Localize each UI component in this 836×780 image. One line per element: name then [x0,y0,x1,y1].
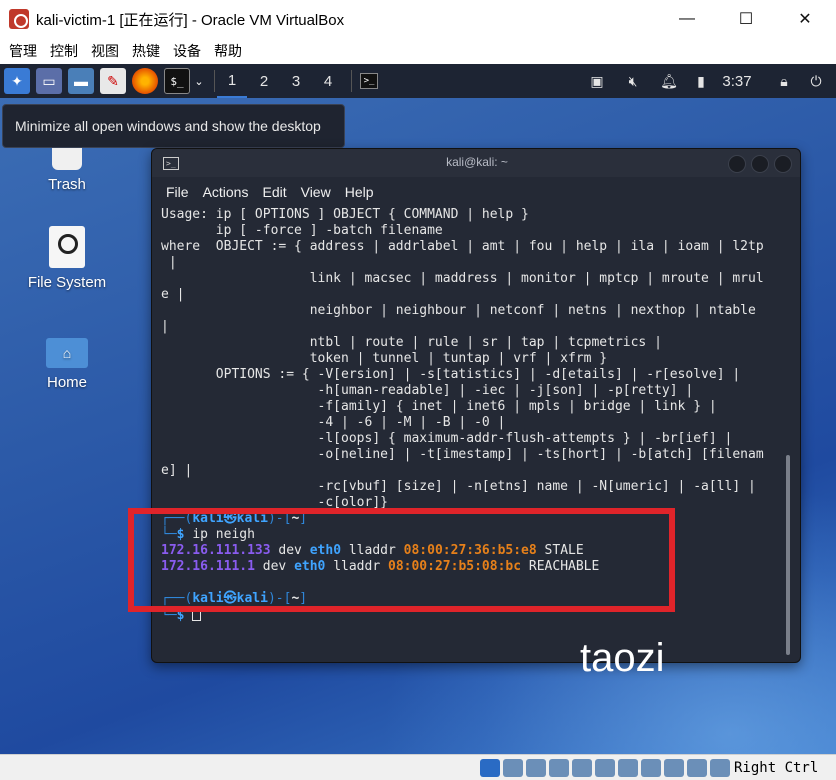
usage-line: | [161,255,177,270]
lock-icon[interactable]: 🔒︎ [772,64,796,98]
menu-hotkeys[interactable]: 热键 [132,41,160,61]
usage-line: -rc[vbuf] [size] | -n[etns] name | -N[um… [161,479,756,494]
minimize-button[interactable]: — [664,0,710,38]
hard-disk-icon[interactable] [480,758,500,777]
terminal-icon[interactable]: $_ [164,68,190,94]
usage-line: e | [161,287,185,302]
usage-line: e] | [161,463,193,478]
cpu-icon[interactable] [664,758,684,777]
watermark-text: taozi [580,636,665,680]
files-icon[interactable]: ▬ [68,68,94,94]
desktop-filesystem[interactable]: File System [12,226,122,291]
desktop-trash[interactable]: Trash [12,146,122,193]
menu-view[interactable]: 视图 [91,41,119,61]
terminal-menu-actions[interactable]: Actions [203,184,249,200]
kali-top-panel: ✦ ▭ ▬ ✎ $_ ⌄ 1 2 3 4 >_ ▣ 🔇︎ 🔔︎ ▮ 3:37 🔒… [0,64,836,98]
display-icon[interactable] [618,758,638,777]
workspace-3[interactable]: 3 [281,64,311,98]
chevron-down-icon[interactable]: ⌄ [192,68,206,94]
annotation-highlight-box [128,508,675,612]
recording-icon[interactable] [641,758,661,777]
power-icon[interactable]: ⏻ [804,64,828,98]
show-desktop-icon[interactable]: ▭ [36,68,62,94]
virtualbox-app-icon [9,9,29,29]
window-title: kali-victim-1 [正在运行] - Oracle VM Virtual… [36,11,345,29]
home-folder-icon: ⌂ [46,338,88,368]
keyboard-capture-icon[interactable] [710,758,730,777]
terminal-scrollbar[interactable] [786,455,790,655]
usage-line: link | macsec | maddress | monitor | mpt… [161,271,764,286]
panel-separator [351,70,352,92]
terminal-menubar: File Actions Edit View Help [152,179,800,205]
guest-display: ✦ ▭ ▬ ✎ $_ ⌄ 1 2 3 4 >_ ▣ 🔇︎ 🔔︎ ▮ 3:37 🔒… [0,64,836,754]
terminal-menu-help[interactable]: Help [345,184,374,200]
usage-output: Usage: ip [ OPTIONS ] OBJECT { COMMAND |… [161,207,781,511]
menu-control[interactable]: 控制 [50,41,78,61]
usb-icon[interactable] [572,758,592,777]
menu-manage[interactable]: 管理 [9,41,37,61]
terminal-task-icon[interactable]: >_ [360,73,378,89]
window-titlebar: kali-victim-1 [正在运行] - Oracle VM Virtual… [0,0,836,38]
drive-icon [49,226,85,268]
terminal-maximize-button[interactable] [751,155,769,173]
terminal-minimize-button[interactable] [728,155,746,173]
workspace-2[interactable]: 2 [249,64,279,98]
maximize-button[interactable]: ☐ [723,0,769,38]
terminal-menu-file[interactable]: File [166,184,189,200]
network-icon[interactable]: ▣ [584,64,610,98]
clock[interactable]: 3:37 [718,64,756,98]
tooltip: Minimize all open windows and show the d… [2,104,345,148]
vbox-statusbar: Right Ctrl [0,754,836,780]
vbox-menubar: 管理 控制 视图 热键 设备 帮助 [0,38,836,64]
usage-line: -l[oops] { maximum-addr-flush-attempts }… [161,431,733,446]
shared-folder-icon[interactable] [595,758,615,777]
desktop-home[interactable]: ⌂ Home [12,338,122,391]
optical-drive-icon[interactable] [503,758,523,777]
usage-line: where OBJECT := { address | addrlabel | … [161,239,764,254]
mouse-integration-icon[interactable] [687,758,707,777]
usage-line: -o[neline] | -t[imestamp] | -ts[hort] | … [161,447,764,462]
usage-line: | [161,319,169,334]
terminal-menu-edit[interactable]: Edit [262,184,286,200]
audio-icon[interactable] [526,758,546,777]
usage-line: -f[amily] { inet | inet6 | mpls | bridge… [161,399,717,414]
terminal-menu-view[interactable]: View [301,184,331,200]
terminal-title: kali@kali: ~ [446,155,508,169]
workspace-1[interactable]: 1 [217,64,247,98]
terminal-titlebar[interactable]: >_ kali@kali: ~ [152,149,800,177]
firefox-icon[interactable] [132,68,158,94]
trash-label: Trash [48,176,86,193]
usage-line: -4 | -6 | -M | -B | -0 | [161,415,506,430]
usage-line: ip [ -force ] -batch filename [161,223,443,238]
workspace-4[interactable]: 4 [313,64,343,98]
filesystem-label: File System [27,274,107,291]
trash-icon [52,146,82,170]
usage-line: Usage: ip [ OPTIONS ] OBJECT { COMMAND |… [161,207,529,222]
home-label: Home [46,374,87,391]
kali-menu-icon[interactable]: ✦ [4,68,30,94]
usage-line: token | tunnel | tuntap | vrf | xfrm } [161,351,608,366]
text-editor-icon[interactable]: ✎ [100,68,126,94]
close-button[interactable]: ✕ [782,0,828,38]
panel-separator [214,70,215,92]
menu-help[interactable]: 帮助 [214,41,242,61]
network-adapter-icon[interactable] [549,758,569,777]
usage-line: neighbor | neighbour | netconf | netns |… [161,303,756,318]
usage-line: ntbl | route | rule | sr | tap | tcpmetr… [161,335,662,350]
terminal-close-button[interactable] [774,155,792,173]
usage-line: OPTIONS := { -V[ersion] | -s[tatistics] … [161,367,741,382]
host-key-label: Right Ctrl [734,759,819,776]
notification-icon[interactable]: 🔔︎ [656,64,682,98]
usage-line: -h[uman-readable] | -iec | -j[son] | -p[… [161,383,694,398]
battery-icon[interactable]: ▮ [690,64,712,98]
mute-icon[interactable]: 🔇︎ [620,64,646,98]
menu-devices[interactable]: 设备 [173,41,201,61]
